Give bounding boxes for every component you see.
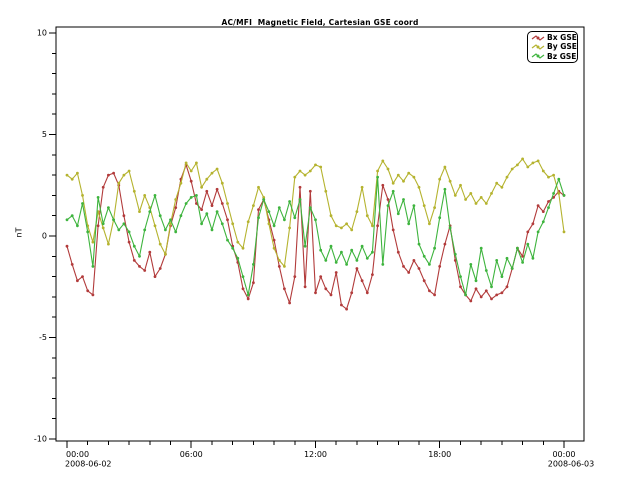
legend-by-label: By GSE (547, 42, 577, 51)
svg-text:12:00: 12:00 (304, 450, 327, 459)
y-axis-labels: 10 5 0 -5 -10 (34, 29, 47, 444)
legend: Bx GSE By GSE Bz GSE (527, 31, 578, 63)
series-by-gse-line (67, 159, 564, 267)
y-axis-ticks (49, 33, 56, 439)
plot-frame (56, 27, 584, 441)
series-bx-gse (66, 164, 566, 311)
svg-text:2008-06-03: 2008-06-03 (548, 460, 595, 469)
svg-text:00:00: 00:00 (66, 450, 89, 459)
svg-text:0: 0 (42, 232, 47, 241)
svg-text:-5: -5 (39, 333, 47, 342)
figure-root: AC/MFI Magnetic Field, Cartesian GSE coo… (0, 0, 640, 480)
svg-text:2008-06-02: 2008-06-02 (65, 460, 112, 469)
legend-entry-bz: Bz GSE (531, 52, 577, 61)
legend-by-line-sample-icon (531, 43, 545, 51)
x-axis-ticks (67, 441, 564, 448)
legend-entry-by: By GSE (531, 42, 577, 51)
legend-bx-label: Bx GSE (547, 33, 577, 42)
series-bz-gse-line (67, 177, 564, 295)
legend-entry-bx: Bx GSE (531, 33, 577, 42)
svg-text:5: 5 (42, 130, 47, 139)
y-axis-title: nT (14, 228, 23, 238)
svg-text:00:00: 00:00 (552, 450, 575, 459)
svg-text:06:00: 06:00 (180, 450, 203, 459)
svg-text:18:00: 18:00 (428, 450, 451, 459)
x-axis-labels: 00:002008-06-0206:0012:0018:0000:002008-… (65, 450, 594, 469)
svg-text:10: 10 (37, 29, 47, 38)
legend-bz-label: Bz GSE (547, 52, 576, 61)
plot-canvas: 1050-5-1000:002008-06-0206:0012:0018:000… (0, 0, 640, 480)
series-bx-gse-line (67, 165, 564, 309)
svg-text:-10: -10 (34, 435, 47, 444)
legend-bz-line-sample-icon (531, 52, 545, 60)
legend-bx-line-sample-icon (531, 34, 545, 42)
